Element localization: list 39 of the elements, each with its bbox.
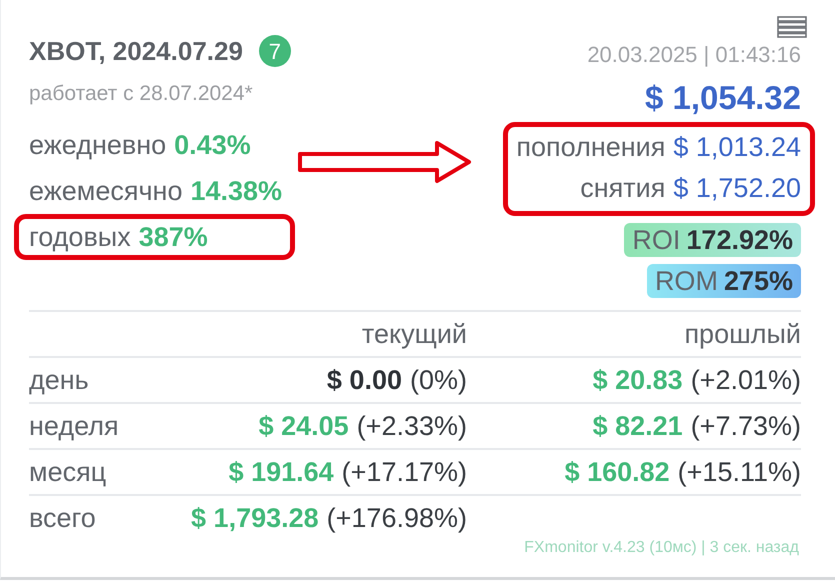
rom-badge: ROM 275% (646, 264, 801, 298)
rate-value: 387% (138, 220, 208, 254)
rate-label: ежедневно (29, 128, 166, 162)
balance-amount: $ 1,054.32 (645, 78, 801, 118)
rate-value: 14.38% (190, 174, 282, 208)
percent-change: (+7.73%) (690, 410, 801, 443)
percent-change: (0%) (410, 364, 467, 397)
rate-value: 0.43% (174, 128, 251, 162)
percent-change: (+2.01%) (690, 364, 801, 397)
amount-value: $ 20.83 (592, 364, 683, 397)
rate-label: ежемесячно (29, 174, 182, 208)
percent-change: (+176.98%) (326, 502, 467, 535)
status-text: FXmonitor v.4.23 (10мс) | 3 сек. назад (523, 538, 800, 558)
start-date-text: работает с 28.07.2024* (29, 81, 253, 108)
flow-amount: $ 1,752.20 (673, 172, 801, 206)
date-time-text: 20.03.2025 | 01:43:16 (587, 40, 801, 69)
amount-value: $ 160.82 (564, 456, 670, 489)
row-label: всего (29, 502, 96, 535)
flow-amount: $ 1,013.24 (673, 131, 801, 164)
amount-value: $ 24.05 (258, 410, 349, 443)
amount-value: $ 191.64 (228, 456, 334, 489)
account-title: XBOT, 2024.07.29 (29, 34, 243, 68)
amount-value: $ 1,793.28 (191, 502, 319, 535)
amount-value: $ 0.00 (326, 364, 402, 397)
count-badge: 7 (258, 35, 291, 67)
flow-label: пополнения (516, 131, 666, 164)
amount-value: $ 82.21 (592, 410, 683, 443)
percent-change: (+17.17%) (342, 456, 467, 489)
column-header: прошлый (684, 318, 801, 351)
row-label: неделя (29, 410, 119, 443)
percent-change: (+15.11%) (678, 456, 801, 489)
menu-icon[interactable] (777, 16, 807, 38)
row-label: день (29, 364, 89, 397)
flow-label: снятия (580, 172, 666, 206)
rate-label: годовых (29, 220, 131, 254)
roi-badge: ROI 172.92% (624, 223, 801, 257)
row-label: месяц (29, 456, 106, 489)
percent-change: (+2.33%) (356, 410, 467, 443)
column-header: текущий (362, 318, 467, 351)
